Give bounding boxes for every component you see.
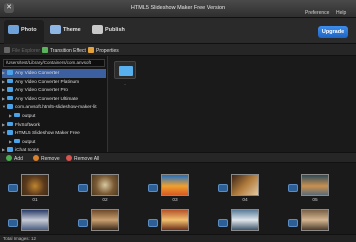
transition-icon[interactable] (218, 184, 228, 192)
add-button[interactable]: Add (6, 155, 23, 162)
tree-item[interactable]: ▶ Any Video Converter Pro (2, 86, 106, 95)
main-tabs: Photo Theme Publish Upgrade (0, 18, 356, 44)
thumbnail-caption: 04 (242, 198, 248, 203)
folder-icon (7, 104, 13, 109)
folder-icon (7, 78, 13, 84)
thumbnail-image (161, 174, 189, 196)
folder-icon (7, 70, 13, 75)
thumbnail-image (301, 209, 329, 231)
transition-icon[interactable] (288, 219, 298, 227)
tree-item-label: Any Video Converter Pro (15, 88, 68, 94)
folder-icon (7, 87, 13, 92)
transition-icon[interactable] (8, 184, 18, 192)
properties-button[interactable]: Properties (88, 47, 119, 54)
tree-item-label: output (22, 113, 36, 119)
upgrade-button[interactable]: Upgrade (318, 26, 348, 38)
theme-icon (50, 25, 61, 34)
thumbnail-caption: 01 (32, 198, 38, 203)
tab-publish[interactable]: Publish (88, 20, 128, 44)
window-title: HTML5 Slideshow Maker Free Version (130, 5, 226, 11)
folder-icon (14, 112, 20, 118)
thumbnail-image (91, 209, 119, 231)
tree-item[interactable]: ▶ Any Video Converter (2, 69, 106, 78)
thumbnail-caption: 02 (102, 198, 108, 203)
remove-all-icon (66, 155, 72, 161)
thumbnail-image (91, 174, 119, 196)
remove-button[interactable]: Remove (33, 155, 60, 162)
thumbnail-row (0, 207, 356, 234)
folder-tree: ▶ Any Video Converter ▶ Any Video Converte… (2, 69, 106, 155)
transition-effect-button[interactable]: Transition Effect (42, 47, 86, 54)
photo-icon (8, 25, 19, 34)
path-field[interactable]: /Users/test/Library/Containers/com.anvso… (3, 59, 105, 67)
tree-item-label: HTML5 Slideshow Maker Free (15, 131, 80, 137)
thumbnail-image (21, 174, 49, 196)
transition-icon[interactable] (218, 219, 228, 227)
thumbnail-row: 01 02 03 04 05 (0, 172, 356, 208)
folder-icon (7, 121, 13, 127)
transition-icon[interactable] (148, 219, 158, 227)
tree-item-label: output (22, 139, 36, 145)
tree-item-label: Any Video Converter Ultimate (15, 96, 79, 102)
thumbnail-image (301, 174, 329, 196)
image-gallery: 01 02 03 04 05 (0, 163, 356, 234)
transition-icon[interactable] (78, 219, 88, 227)
remove-all-button[interactable]: Remove All (66, 155, 99, 162)
properties-icon (88, 47, 94, 53)
toolbar: File Explorer Transition Effect Properti… (0, 44, 356, 56)
file-explorer-button[interactable]: File Explorer (4, 47, 40, 54)
parent-folder-label: .. (123, 81, 127, 86)
folder-contents-pane: .. (109, 56, 356, 152)
tree-item-label: Any Video Converter (15, 71, 60, 76)
tree-item[interactable]: ▶ Any Video Converter Ultimate (2, 95, 106, 104)
remove-all-label: Remove All (74, 156, 100, 162)
thumbnail-caption: 03 (172, 198, 178, 203)
tree-item[interactable]: ▼ com.anvsoft.html5-slideshow-maker-lit (2, 103, 106, 112)
folder-icon (14, 138, 20, 144)
tree-item[interactable]: ▶ Any Video Converter Platinum (2, 78, 106, 87)
tree-item-label: FlvSoftwork (15, 122, 41, 128)
folder-icon (7, 95, 13, 101)
thumbnail-image (161, 209, 189, 231)
title-bar: ✕ HTML5 Slideshow Maker Free Version Pre… (0, 0, 356, 18)
folder-icon (7, 130, 13, 135)
properties-label: Properties (96, 48, 119, 54)
thumbnail-image (21, 209, 49, 231)
tree-item[interactable]: ▶ output (2, 112, 106, 121)
image-actions-bar: Add Remove Remove All (0, 152, 356, 163)
folder-icon (4, 47, 10, 53)
publish-icon (92, 25, 103, 34)
total-images-count: Total Images: 12 (3, 236, 37, 241)
transition-icon[interactable] (288, 184, 298, 192)
add-label: Add (14, 156, 23, 162)
transition-icon (42, 47, 48, 53)
tree-item[interactable]: ▶ FlvSoftwork (2, 121, 106, 130)
tree-item[interactable]: ▼ HTML5 Slideshow Maker Free (2, 129, 106, 138)
remove-label: Remove (41, 156, 60, 162)
folder-icon (119, 66, 133, 76)
tab-photo[interactable]: Photo (4, 20, 44, 44)
transition-icon[interactable] (148, 184, 158, 192)
transition-icon[interactable] (8, 219, 18, 227)
status-bar: Total Images: 12 (0, 234, 356, 242)
transition-icon[interactable] (78, 184, 88, 192)
tree-item[interactable]: ▶ output (2, 138, 106, 147)
file-tree-pane: /Users/test/Library/Containers/com.anvso… (0, 56, 108, 155)
menu-preference[interactable]: Preference (305, 10, 329, 16)
parent-folder-item[interactable] (114, 61, 136, 79)
tab-theme-label: Theme (63, 27, 81, 33)
thumbnail-image (231, 174, 259, 196)
menu-help[interactable]: Help (336, 10, 346, 16)
tab-theme[interactable]: Theme (46, 20, 86, 44)
transition-effect-label: Transition Effect (50, 48, 86, 54)
remove-icon (33, 155, 39, 161)
add-icon (6, 155, 12, 161)
tree-item-label: Any Video Converter Platinum (15, 79, 80, 85)
tab-publish-label: Publish (105, 27, 125, 33)
tab-photo-label: Photo (21, 27, 37, 33)
thumbnail-image (231, 209, 259, 231)
tree-item-label: com.anvsoft.html5-slideshow-maker-lit (15, 105, 97, 111)
file-explorer-label: File Explorer (12, 48, 41, 54)
thumbnail-caption: 05 (312, 198, 318, 203)
